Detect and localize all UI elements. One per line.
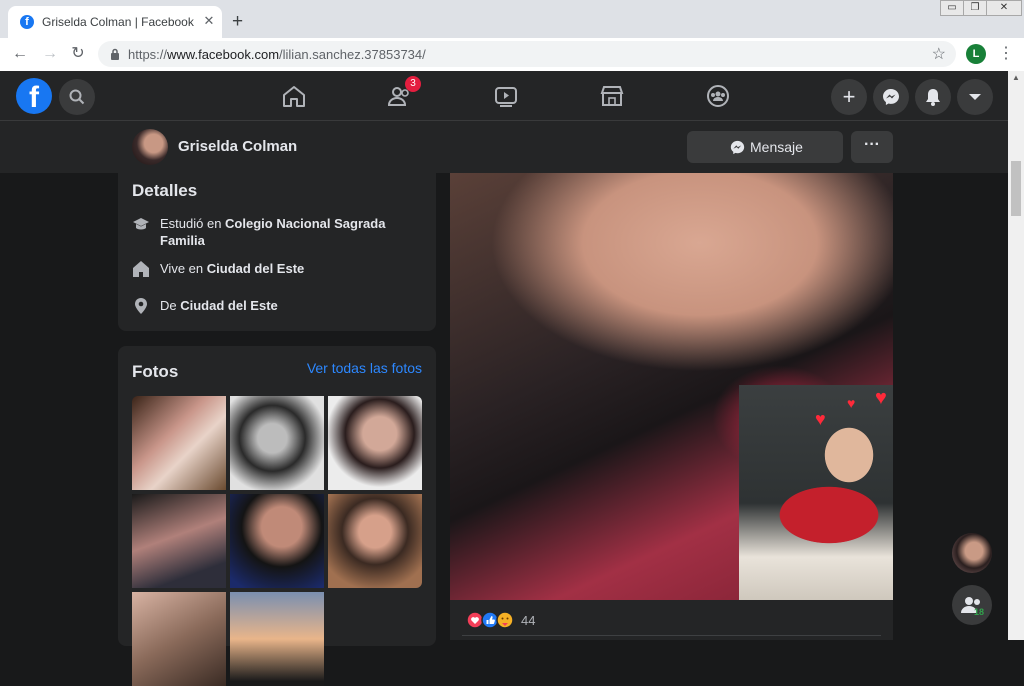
detail-text: Vive en Ciudad del Este xyxy=(160,261,305,276)
reaction-count[interactable]: 44 xyxy=(521,613,535,628)
tab-close-icon[interactable]: ✕ xyxy=(200,12,218,30)
messenger-button[interactable] xyxy=(873,79,909,115)
photo-thumbnail[interactable] xyxy=(230,396,324,490)
detail-text: De Ciudad del Este xyxy=(160,298,278,313)
watch-icon[interactable] xyxy=(493,84,519,108)
marketplace-icon[interactable] xyxy=(599,84,625,108)
graduation-cap-icon xyxy=(133,218,149,230)
facebook-favicon-icon: f xyxy=(20,15,34,29)
bell-icon xyxy=(926,89,940,106)
facebook-logo[interactable]: f xyxy=(16,78,52,114)
tab-title: Griselda Colman | Facebook xyxy=(42,15,194,29)
notifications-button[interactable] xyxy=(915,79,951,115)
divider xyxy=(462,635,881,636)
reaction-icons[interactable] xyxy=(466,611,518,629)
browser-menu-icon[interactable]: ⋮ xyxy=(998,43,1014,63)
home-icon xyxy=(133,261,149,277)
post-photo-inset[interactable]: ♥ ♥ ♥ xyxy=(739,385,893,600)
detail-hometown: De Ciudad del Este xyxy=(132,297,422,317)
browser-profile-avatar[interactable]: L xyxy=(966,44,986,64)
post-card: ♥ ♥ ♥ 44 xyxy=(450,173,893,640)
search-button[interactable] xyxy=(59,79,95,115)
url-text: https://www.facebook.com/lilian.sanchez.… xyxy=(128,47,426,62)
profile-avatar[interactable] xyxy=(132,129,168,165)
facebook-top-nav: f + xyxy=(0,71,1008,121)
photo-thumbnail[interactable] xyxy=(132,494,226,588)
photo-thumbnail[interactable] xyxy=(132,592,226,686)
photo-thumbnail[interactable] xyxy=(230,494,324,588)
photo-thumbnail[interactable] xyxy=(230,592,324,686)
chevron-down-icon xyxy=(969,94,981,100)
detail-education: Estudió en Colegio Nacional Sagrada Fami… xyxy=(132,215,422,249)
account-menu-button[interactable] xyxy=(957,79,993,115)
browser-tab[interactable]: f Griselda Colman | Facebook ✕ xyxy=(8,6,222,38)
restore-window-button[interactable]: ❐ xyxy=(963,0,987,16)
heart-sticker-icon: ♥ xyxy=(815,409,826,429)
page-scrollbar[interactable]: ▲ xyxy=(1008,71,1024,640)
messenger-icon xyxy=(883,89,899,105)
profile-sticky-header: Griselda Colman Mensaje ··· xyxy=(0,121,1008,173)
search-icon xyxy=(69,89,85,105)
detail-text: Estudió en Colegio Nacional Sagrada Fami… xyxy=(160,216,386,248)
home-icon[interactable] xyxy=(281,84,307,108)
location-pin-icon xyxy=(135,298,147,314)
photo-thumbnail[interactable] xyxy=(328,396,422,490)
bookmark-star-icon[interactable]: ☆ xyxy=(932,44,946,64)
details-card: Detalles Estudió en Colegio Nacional Sag… xyxy=(118,173,436,331)
more-options-button[interactable]: ··· xyxy=(851,131,893,163)
close-window-button[interactable]: ✕ xyxy=(986,0,1022,16)
address-bar[interactable]: https://www.facebook.com/lilian.sanchez.… xyxy=(98,41,956,67)
photo-thumbnail[interactable] xyxy=(132,396,226,490)
photos-card: Fotos Ver todas las fotos xyxy=(118,346,436,686)
photo-thumbnail[interactable] xyxy=(328,494,422,588)
profile-name[interactable]: Griselda Colman xyxy=(178,138,297,155)
scrollbar-thumb[interactable] xyxy=(1011,161,1021,216)
heart-sticker-icon: ♥ xyxy=(875,387,887,409)
scroll-up-icon[interactable]: ▲ xyxy=(1012,73,1020,82)
new-tab-button[interactable]: + xyxy=(232,12,243,31)
contacts-count: 18 xyxy=(974,607,985,617)
detail-residence: Vive en Ciudad del Este xyxy=(132,260,422,280)
friends-notification-badge: 3 xyxy=(405,76,421,92)
messenger-icon xyxy=(730,140,745,155)
message-button-label: Mensaje xyxy=(750,139,803,155)
details-title: Detalles xyxy=(132,181,198,200)
minimize-window-button[interactable]: ▭ xyxy=(940,0,964,16)
see-all-photos-link[interactable]: Ver todas las fotos xyxy=(307,360,422,376)
create-button[interactable]: + xyxy=(831,79,867,115)
photos-title: Fotos xyxy=(132,362,179,381)
browser-tabstrip: f Griselda Colman | Facebook ✕ + ▭ ❐ ✕ xyxy=(0,0,1024,38)
heart-sticker-icon: ♥ xyxy=(847,395,856,411)
reload-icon[interactable]: ↻ xyxy=(68,44,88,64)
browser-toolbar: ← → ↻ https://www.facebook.com/lilian.sa… xyxy=(0,38,1024,72)
contacts-button[interactable]: 18 xyxy=(952,585,992,625)
lock-icon xyxy=(111,48,119,60)
forward-icon[interactable]: → xyxy=(40,44,60,64)
message-button[interactable]: Mensaje xyxy=(687,131,843,163)
chat-head-avatar[interactable] xyxy=(952,533,992,573)
back-icon[interactable]: ← xyxy=(10,44,30,64)
groups-icon[interactable] xyxy=(705,84,731,108)
